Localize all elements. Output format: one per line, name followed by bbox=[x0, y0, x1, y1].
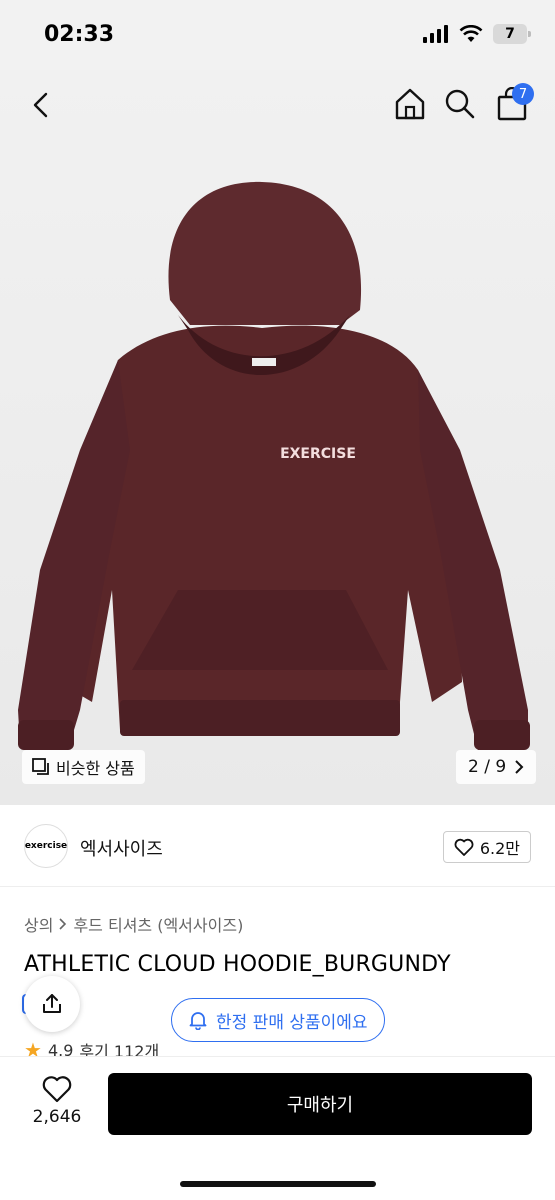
cart-button[interactable]: 7 bbox=[496, 83, 534, 121]
status-icons: 7 bbox=[423, 24, 531, 44]
home-icon[interactable] bbox=[394, 87, 426, 121]
hoodie-image: EXERCISE bbox=[18, 181, 530, 750]
limited-sale-label: 한정 판매 상품이에요 bbox=[216, 1012, 368, 1033]
similar-products-button[interactable]: 비슷한 상품 bbox=[22, 750, 145, 784]
brand-row: exercise 엑서사이즈 6.2만 bbox=[0, 805, 555, 887]
breadcrumb-category[interactable]: 상의 bbox=[24, 912, 53, 936]
top-nav-bar: 7 bbox=[0, 70, 555, 140]
similar-products-icon bbox=[32, 758, 49, 775]
breadcrumb-subcategory[interactable]: 후드 티셔츠 (엑서사이즈) bbox=[73, 912, 243, 936]
signal-icon bbox=[423, 25, 448, 43]
search-icon[interactable] bbox=[444, 87, 476, 121]
battery-indicator: 7 bbox=[493, 24, 531, 44]
image-counter-text: 2 / 9 bbox=[468, 757, 507, 777]
svg-text:EXERCISE: EXERCISE bbox=[280, 446, 356, 462]
home-indicator bbox=[180, 1181, 376, 1187]
purchase-bar: 2,646 구매하기 bbox=[0, 1056, 555, 1200]
back-arrow-icon[interactable] bbox=[28, 90, 56, 120]
share-icon bbox=[43, 994, 61, 1013]
wishlist-count: 2,646 bbox=[32, 1107, 82, 1127]
image-counter[interactable]: 2 / 9 bbox=[456, 750, 537, 784]
limited-sale-pill[interactable]: 한정 판매 상품이에요 bbox=[171, 998, 385, 1042]
bell-icon bbox=[189, 1012, 207, 1030]
breadcrumb: 상의 후드 티셔츠 (엑서사이즈) bbox=[24, 912, 243, 936]
chevron-right-icon bbox=[515, 760, 524, 774]
heart-icon bbox=[454, 838, 474, 856]
buy-button[interactable]: 구매하기 bbox=[108, 1073, 532, 1135]
brand-name[interactable]: 엑서사이즈 bbox=[80, 835, 163, 861]
brand-like-count: 6.2만 bbox=[479, 839, 520, 858]
brand-logo[interactable]: exercise bbox=[24, 824, 68, 868]
status-time: 02:33 bbox=[44, 22, 115, 47]
wishlist-button[interactable]: 2,646 bbox=[26, 1075, 88, 1127]
brand-like-button[interactable]: 6.2만 bbox=[442, 831, 531, 863]
heart-icon bbox=[42, 1076, 72, 1103]
status-bar: 02:33 7 bbox=[0, 0, 555, 70]
similar-products-label: 비슷한 상품 bbox=[56, 759, 135, 778]
cart-count-badge: 7 bbox=[512, 83, 534, 105]
share-button[interactable] bbox=[24, 976, 80, 1032]
product-image[interactable]: EXERCISE bbox=[0, 70, 555, 805]
wifi-icon bbox=[459, 25, 483, 42]
chevron-right-icon bbox=[59, 918, 67, 930]
product-title: ATHLETIC CLOUD HOODIE_BURGUNDY bbox=[24, 952, 451, 977]
